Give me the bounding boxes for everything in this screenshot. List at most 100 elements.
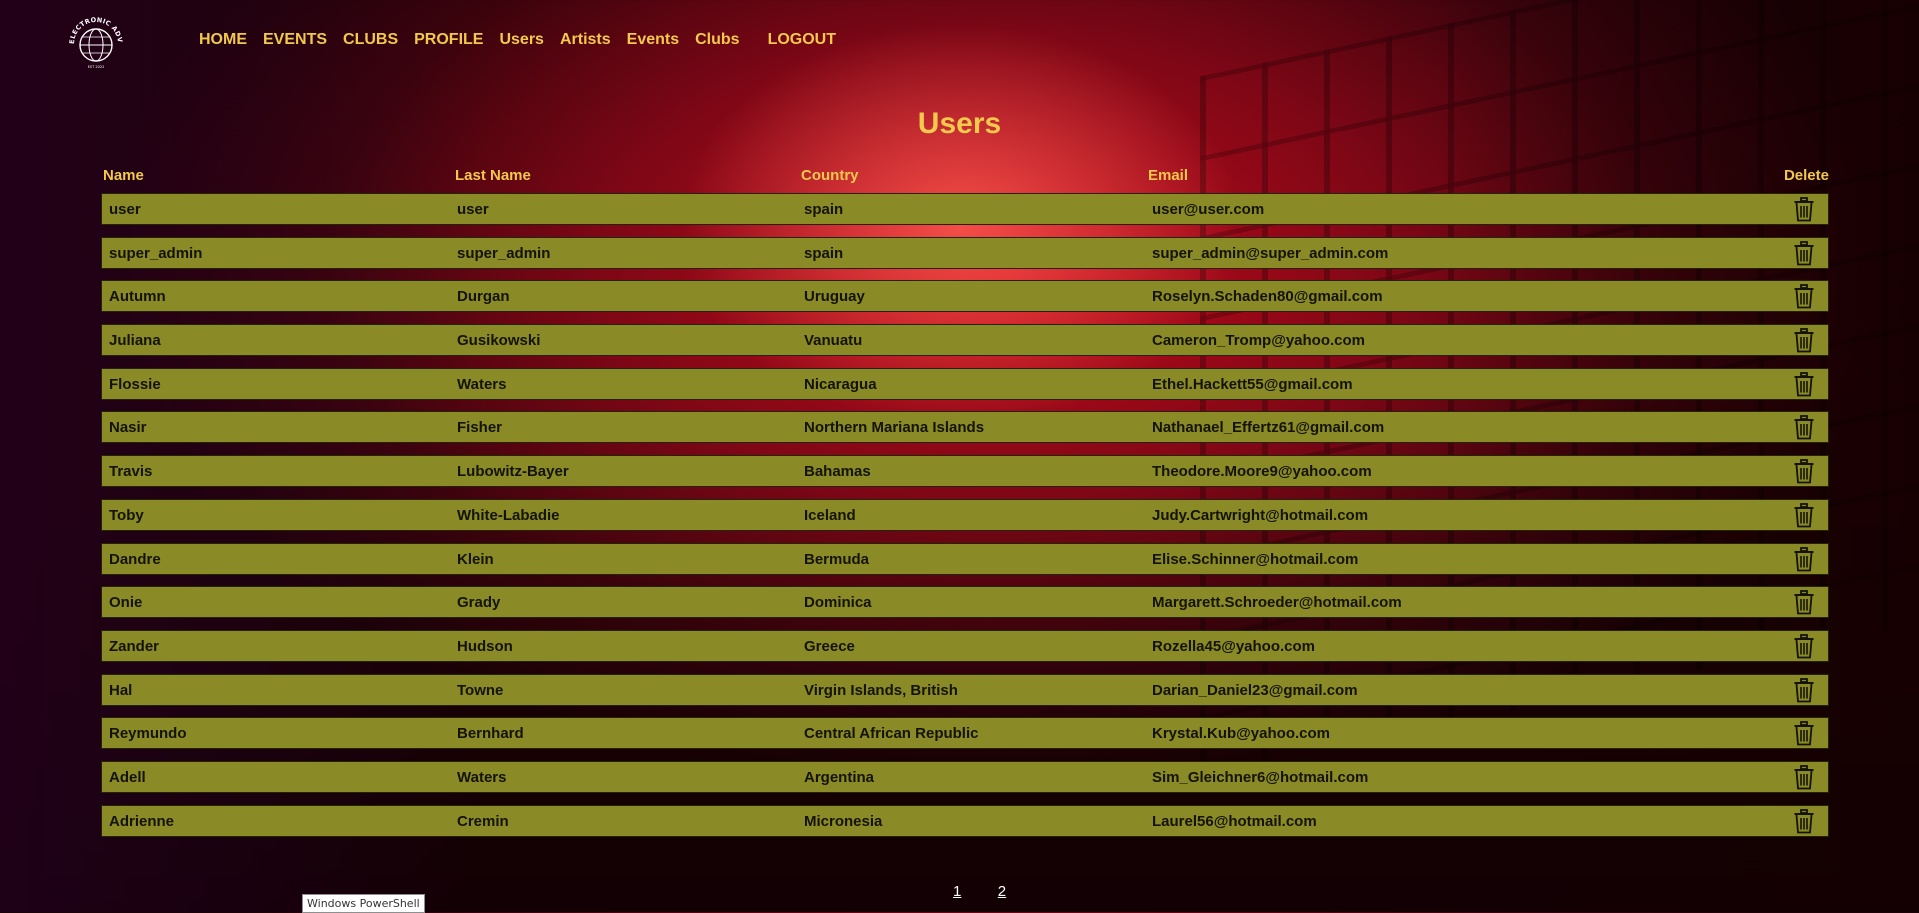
- trash-icon[interactable]: [1793, 721, 1815, 746]
- nav-admin-users[interactable]: Users: [499, 31, 543, 49]
- nav-admin-artists[interactable]: Artists: [560, 31, 611, 49]
- site-logo[interactable]: ELECTRONIC ADVISOR EST 2022: [66, 12, 126, 72]
- table-row: Flossie Waters Nicaragua Ethel.Hackett55@gm…: [101, 367, 1829, 400]
- cell-email: Krystal.Kub@yahoo.com: [1152, 725, 1330, 743]
- cell-last-name: Hudson: [457, 637, 513, 655]
- trash-icon[interactable]: [1793, 415, 1815, 440]
- nav-clubs[interactable]: CLUBS: [343, 31, 398, 49]
- cell-last-name: Waters: [457, 768, 507, 786]
- trash-icon[interactable]: [1793, 677, 1815, 703]
- cell-country: Dominica: [804, 594, 872, 612]
- table-row: Onie Grady Dominica Margarett.Schroeder@hot…: [101, 586, 1829, 619]
- cell-name: Dandre: [109, 550, 161, 568]
- column-header-email: Email: [1148, 167, 1189, 184]
- cell-country: Uruguay: [804, 288, 865, 306]
- cell-email: Cameron_Tromp@yahoo.com: [1152, 332, 1366, 350]
- cell-email: Laurel56@hotmail.com: [1152, 812, 1317, 830]
- cell-last-name: Klein: [457, 550, 494, 568]
- trash-icon[interactable]: [1793, 240, 1815, 266]
- table-row: Reymundo Bernhard Central African Republic…: [101, 717, 1829, 750]
- svg-text:ELECTRONIC ADVISOR: ELECTRONIC ADVISOR: [66, 12, 124, 44]
- users-table-body: user user spain user@user.com super_admin sup…: [101, 193, 1829, 848]
- cell-email: user@user.com: [1152, 201, 1265, 218]
- column-header-last-name: Last Name: [455, 167, 531, 184]
- trash-icon[interactable]: [1793, 590, 1815, 615]
- cell-name: Travis: [109, 463, 153, 481]
- table-row: Juliana Gusikowski Vanuatu Cameron_Tromp@ya…: [101, 324, 1829, 357]
- cell-email: Theodore.Moore9@yahoo.com: [1152, 463, 1372, 481]
- cell-country: Bermuda: [804, 550, 870, 568]
- trash-icon[interactable]: [1793, 197, 1815, 222]
- page-link-2[interactable]: 2: [998, 883, 1006, 900]
- cell-email: Elise.Schinner@hotmail.com: [1152, 550, 1359, 568]
- trash-icon[interactable]: [1793, 808, 1815, 834]
- cell-last-name: Towne: [457, 681, 504, 699]
- cell-last-name: Lubowitz-Bayer: [457, 463, 569, 481]
- logo-text: ELECTRONIC ADVISOR: [66, 12, 124, 44]
- cell-country: Central African Republic: [804, 725, 979, 743]
- column-header-name: Name: [103, 167, 144, 184]
- taskbar-tooltip: Windows PowerShell: [302, 894, 425, 913]
- page-title: Users: [917, 107, 1002, 140]
- cell-name: Flossie: [109, 375, 161, 393]
- cell-name: Nasir: [109, 419, 147, 437]
- cell-country: Micronesia: [804, 812, 883, 830]
- cell-last-name: user: [457, 201, 489, 218]
- cell-email: Rozella45@yahoo.com: [1152, 637, 1316, 655]
- cell-country: Nicaragua: [804, 375, 877, 393]
- cell-email: Darian_Daniel23@gmail.com: [1152, 681, 1358, 699]
- cell-last-name: Gusikowski: [457, 332, 541, 350]
- table-row: user user spain user@user.com: [101, 193, 1829, 225]
- cell-last-name: Durgan: [457, 288, 510, 306]
- trash-icon[interactable]: [1793, 633, 1815, 659]
- trash-icon[interactable]: [1793, 371, 1815, 397]
- trash-icon[interactable]: [1793, 328, 1815, 353]
- cell-country: Bahamas: [804, 463, 871, 481]
- column-header-delete: Delete: [1783, 167, 1829, 184]
- table-row: Adrienne Cremin Micronesia Laurel56@hotmail…: [101, 804, 1829, 837]
- cell-country: Greece: [804, 637, 855, 655]
- table-row: Toby White-Labadie Iceland Judy.Cartwright@…: [101, 498, 1829, 531]
- cell-country: Iceland: [804, 506, 856, 524]
- cell-name: super_admin: [109, 244, 203, 262]
- cell-country: Vanuatu: [804, 332, 863, 350]
- cell-last-name: Waters: [457, 375, 507, 393]
- nav-events[interactable]: EVENTS: [263, 31, 327, 49]
- cell-email: Margarett.Schroeder@hotmail.com: [1152, 594, 1402, 612]
- trash-icon[interactable]: [1793, 502, 1815, 528]
- main-nav: HOME EVENTS CLUBS PROFILE Users Artists …: [199, 31, 852, 49]
- cell-email: Judy.Cartwright@hotmail.com: [1152, 506, 1369, 524]
- table-row: Travis Lubowitz-Bayer Bahamas Theodore.Moor…: [101, 455, 1829, 488]
- cell-email: Nathanael_Effertz61@gmail.com: [1152, 419, 1385, 437]
- nav-admin-events[interactable]: Events: [627, 31, 679, 49]
- cell-country: Northern Mariana Islands: [804, 419, 985, 437]
- cell-email: super_admin@super_admin.com: [1152, 244, 1389, 262]
- cell-name: Juliana: [109, 332, 161, 350]
- logo-tagline: EST 2022: [88, 65, 105, 69]
- table-row: Autumn Durgan Uruguay Roselyn.Schaden80@gma…: [101, 280, 1829, 313]
- cell-last-name: super_admin: [457, 244, 551, 262]
- cell-name: Toby: [109, 506, 144, 524]
- table-row: Adell Waters Argentina Sim_Gleichner6@hotma…: [101, 760, 1829, 793]
- cell-name: Hal: [109, 681, 133, 699]
- table-header: Name Last Name Country Email Delete: [101, 167, 1829, 187]
- table-row: Zander Hudson Greece Rozella45@yahoo.com: [101, 629, 1829, 662]
- trash-icon[interactable]: [1793, 459, 1815, 484]
- nav-profile[interactable]: PROFILE: [414, 31, 483, 49]
- page-link-1[interactable]: 1: [953, 883, 961, 900]
- trash-icon[interactable]: [1793, 546, 1815, 572]
- logout-link[interactable]: LOGOUT: [768, 31, 836, 49]
- cell-last-name: Cremin: [457, 812, 509, 830]
- table-row: Hal Towne Virgin Islands, British Darian_Da…: [101, 673, 1829, 706]
- cell-last-name: Bernhard: [457, 725, 524, 743]
- cell-country: spain: [804, 201, 844, 218]
- cell-email: Sim_Gleichner6@hotmail.com: [1152, 768, 1369, 786]
- cell-country: Argentina: [804, 768, 875, 786]
- nav-home[interactable]: HOME: [199, 31, 247, 49]
- trash-icon[interactable]: [1793, 284, 1815, 309]
- nav-admin-clubs[interactable]: Clubs: [695, 31, 739, 49]
- trash-icon[interactable]: [1793, 765, 1815, 790]
- column-header-country: Country: [801, 167, 859, 184]
- cell-name: Adell: [109, 768, 146, 786]
- cell-name: Adrienne: [109, 812, 175, 830]
